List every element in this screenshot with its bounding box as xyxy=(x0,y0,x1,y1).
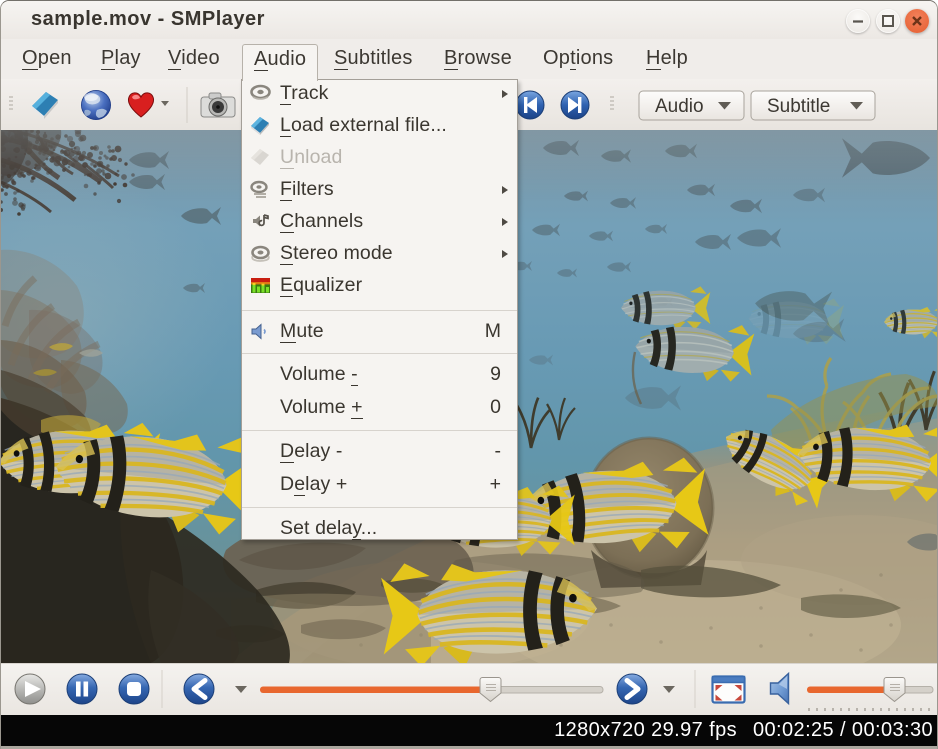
svg-text:Subtitle: Subtitle xyxy=(767,96,830,117)
svg-text:Audio: Audio xyxy=(655,96,704,117)
